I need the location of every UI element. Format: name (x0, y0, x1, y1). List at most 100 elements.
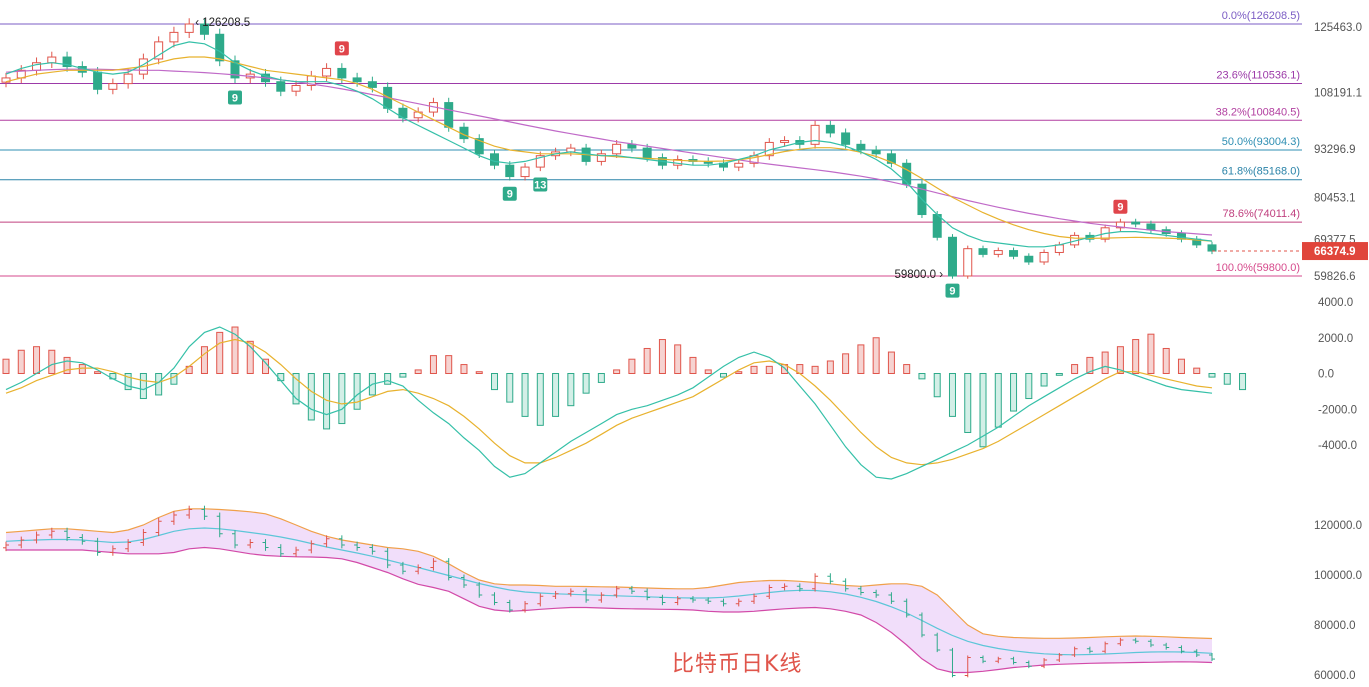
td-marker-label: 9 (507, 189, 513, 201)
macd-histogram-bar (460, 364, 468, 374)
candle-body (963, 248, 973, 277)
td-marker-label: 13 (534, 179, 546, 191)
macd-axis-tick: 0.0 (1318, 369, 1334, 381)
btc-daily-chart: 0.0%(126208.5) 23.6%(110536.1) 38.2%(10084… (0, 10, 1368, 682)
candle-body (169, 31, 179, 43)
high-price-label: ‹ 126208.5 (195, 17, 250, 29)
candle-body (932, 214, 942, 238)
macd-histogram-bar (613, 369, 621, 374)
macd-histogram-bar (384, 373, 392, 385)
macd-panel: 4000.0 2000.0 0.0 -2000.0 -4000.0 (2, 297, 1357, 480)
chart-caption: 比特币日K线 (672, 652, 803, 677)
macd-histogram-bar (597, 373, 605, 383)
candle-body (978, 248, 988, 255)
fib-level-label: 50.0%(93004.3) (1222, 136, 1300, 148)
macd-histogram-bar (903, 364, 911, 374)
macd-histogram-bar (17, 349, 25, 375)
macd-histogram-bar (33, 346, 41, 374)
candle-body (612, 143, 622, 155)
macd-histogram-bar (277, 373, 285, 382)
candle-body (947, 236, 957, 277)
boll-axis-tick: 100000.0 (1314, 570, 1362, 582)
macd-histogram-bar (1162, 347, 1170, 375)
macd-histogram-bar (1132, 339, 1140, 375)
macd-axis-tick: 4000.0 (1318, 297, 1353, 309)
fib-level-label: 23.6%(110536.1) (1216, 69, 1300, 81)
macd-histogram-bar (445, 355, 453, 374)
macd-histogram-bar (674, 344, 682, 374)
candle-body (734, 162, 744, 168)
macd-histogram-bar (567, 373, 575, 407)
macd-histogram-bar (735, 371, 743, 374)
candle-body (337, 67, 347, 79)
td-marker-label: 9 (949, 286, 955, 298)
candle-body (444, 102, 454, 128)
macd-histogram-bar (643, 347, 651, 375)
price-axis-tick: 59826.6 (1314, 271, 1356, 283)
fib-level-label: 100.0%(59800.0) (1216, 262, 1300, 274)
macd-histogram-bar (506, 373, 514, 403)
candle-body (1131, 221, 1141, 225)
candle-body (1054, 244, 1064, 253)
price-axis-tick: 108191.1 (1314, 87, 1362, 99)
macd-histogram-bar (1040, 373, 1048, 387)
macd-histogram-bar (857, 344, 865, 374)
macd-histogram-bar (872, 337, 880, 374)
price-axis-tick: 80453.1 (1314, 193, 1356, 205)
boll-axis-tick: 80000.0 (1314, 620, 1356, 632)
macd-histogram-bar (719, 373, 727, 378)
candle-body (520, 166, 530, 178)
macd-histogram-bar (552, 373, 560, 417)
candle-body (810, 124, 820, 145)
macd-histogram-bar (48, 349, 56, 375)
candle-body (993, 250, 1003, 255)
candle-body (902, 162, 912, 185)
candle-body (871, 149, 881, 155)
macd-histogram-bar (536, 373, 544, 426)
macd-histogram-bar (353, 373, 361, 410)
macd-histogram-bar (750, 365, 758, 375)
macd-histogram-bar (887, 351, 895, 374)
candle-body (47, 56, 57, 64)
fib-level-label: 0.0%(126208.5) (1222, 10, 1300, 22)
candle-body (123, 73, 133, 85)
candle-body (1207, 244, 1217, 252)
candle-body (505, 164, 515, 178)
candle-body (93, 71, 103, 90)
ma-long-line (5, 68, 1213, 236)
macd-histogram-bar (216, 331, 224, 375)
candle-body (1009, 250, 1019, 257)
bollinger-band-fill (6, 508, 1212, 673)
current-price-label: 66374.9 (1314, 246, 1356, 258)
macd-histogram-bar (1147, 333, 1155, 374)
fib-level-label: 61.8%(85168.0) (1222, 166, 1300, 178)
candle-body (276, 81, 286, 92)
fib-level-label: 78.6%(74011.4) (1223, 208, 1300, 220)
candle-body (184, 23, 194, 33)
fib-level-label: 38.2%(100840.5) (1216, 106, 1300, 118)
candle-body (825, 124, 835, 134)
macd-histogram-bar (307, 373, 315, 421)
macd-histogram-bar (1208, 373, 1216, 378)
macd-histogram-bar (964, 373, 972, 433)
boll-axis-tick: 120000.0 (1314, 520, 1362, 532)
macd-histogram-bar (811, 365, 819, 375)
macd-dif-line (5, 326, 1213, 480)
candle-body (642, 147, 652, 159)
macd-histogram-bar (658, 339, 666, 375)
macd-histogram-bar (1177, 358, 1185, 375)
macd-histogram-bar (704, 369, 712, 374)
macd-axis-tick: 2000.0 (1318, 333, 1353, 345)
macd-axis-tick: -2000.0 (1318, 404, 1357, 416)
macd-histogram-bar (826, 360, 834, 374)
macd-histogram-bar (139, 373, 147, 400)
macd-histogram-bar (1223, 373, 1231, 385)
candle-body (841, 132, 851, 145)
price-panel: 0.0%(126208.5) 23.6%(110536.1) 38.2%(10084… (0, 10, 1368, 298)
macd-histogram-bar (414, 369, 422, 374)
macd-histogram-bar (582, 373, 590, 394)
macd-histogram-bar (521, 373, 529, 417)
macd-histogram-bar (994, 373, 1002, 428)
macd-histogram-bar (628, 358, 636, 375)
ma-fast-line (5, 41, 1213, 248)
